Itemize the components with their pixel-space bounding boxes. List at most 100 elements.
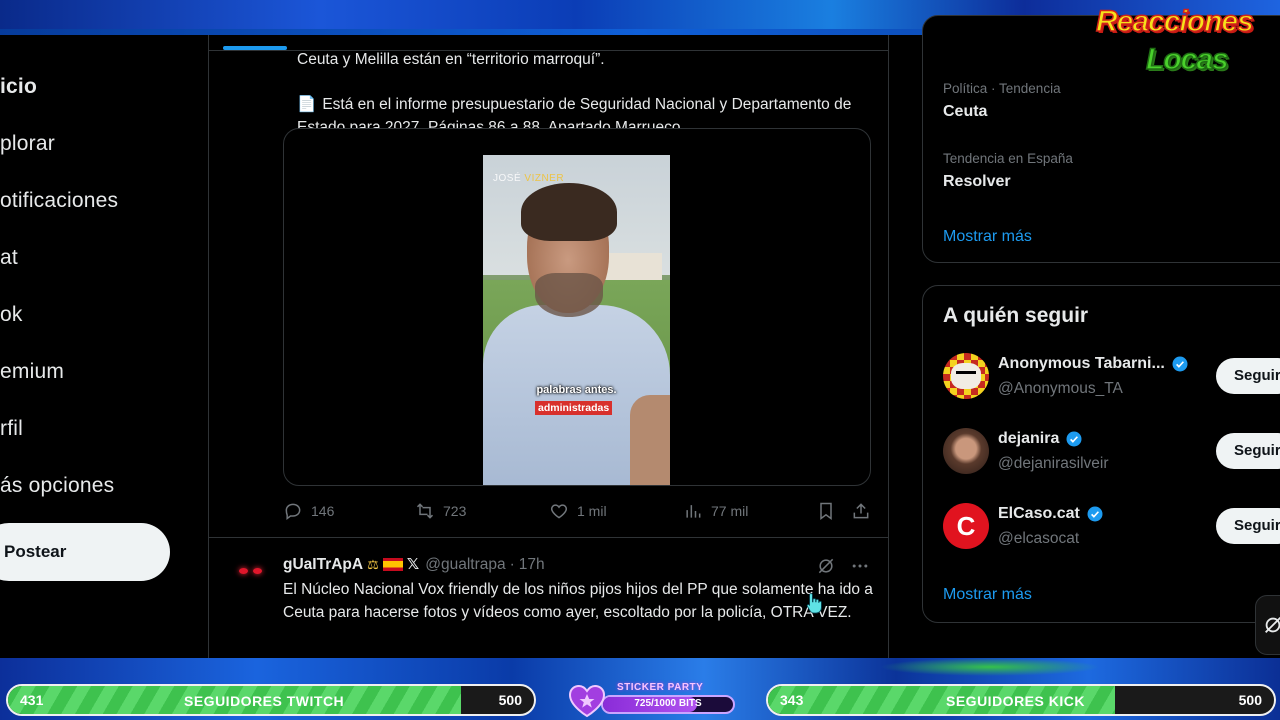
reply-button[interactable]: 146 (283, 501, 334, 521)
watermark-surname: VIZNER (524, 173, 565, 184)
user-handle[interactable]: @dejanirasilveir (998, 455, 1109, 473)
verified-badge-icon (1087, 506, 1103, 522)
user-name[interactable]: dejanira (998, 430, 1083, 448)
sticker-party-widget: 725/1000 BITS STICKER PARTY (567, 682, 735, 718)
more-options-icon[interactable] (850, 556, 870, 576)
tweet-header: gUaITrApA ⚖ 𝕏 @gualtrapa · 17h (283, 555, 545, 574)
logo-text-line2: Locas (1145, 42, 1229, 77)
document-icon: 📄 (297, 96, 317, 113)
avatar-eye (253, 568, 262, 574)
avatar[interactable] (943, 353, 989, 399)
overlay-glow (880, 658, 1100, 676)
twitch-goal-current: 431 (20, 692, 44, 708)
share-button[interactable] (851, 501, 879, 521)
repost-count: 723 (443, 503, 467, 519)
views-icon (686, 505, 701, 518)
video-thumbnail[interactable]: JOSÉ VIZNER palabras antes. administrada… (483, 155, 670, 485)
twitch-followers-goal-bar: 431 SEGUIDORES TWITCH 500 (6, 684, 536, 716)
watermark-name: JOSÉ (493, 173, 525, 184)
tweet-time[interactable]: 17h (519, 556, 545, 574)
trend-meta: Política · Tendencia (943, 81, 1061, 96)
tweet[interactable]: gUaITrApA ⚖ 𝕏 @gualtrapa · 17h El Núcleo… (209, 538, 888, 658)
views-button[interactable]: 77 mil (683, 501, 748, 521)
share-icon (853, 503, 869, 519)
kick-goal-target: 500 (1238, 692, 1262, 708)
left-navigation: icio plorar otificaciones at ok emium rf… (0, 35, 208, 658)
user-handle[interactable]: @elcasocat (998, 530, 1079, 548)
repost-button[interactable]: 723 (415, 501, 466, 521)
scales-icon: ⚖ (367, 556, 379, 572)
video-caption-line1: palabras antes. (536, 384, 617, 396)
trend-meta: Tendencia en España (943, 151, 1073, 166)
kick-goal-current: 343 (780, 692, 804, 708)
verified-badge-icon (1172, 356, 1188, 372)
user-handle[interactable]: @Anonymous_TA (998, 380, 1123, 398)
follow-suggestion[interactable]: C ElCaso.cat @elcasocat Seguir (923, 503, 1280, 563)
tweet-media-card[interactable]: JOSÉ VIZNER palabras antes. administrada… (283, 128, 871, 486)
follow-button[interactable]: Seguir (1216, 433, 1280, 469)
grok-icon (1265, 617, 1280, 633)
reply-icon (285, 503, 301, 520)
video-person-beard (535, 273, 603, 317)
who-to-follow-card: A quién seguir Anonymous Tabarni... @Ano… (922, 285, 1280, 623)
author-name[interactable]: gUaITrApA (283, 556, 363, 574)
follow-suggestion[interactable]: dejanira @dejanirasilveir Seguir (923, 428, 1280, 488)
user-name[interactable]: Anonymous Tabarni... (998, 355, 1189, 373)
avatar[interactable] (943, 428, 989, 474)
grok-icon[interactable] (816, 556, 836, 576)
right-sidebar: Política · Tendencia Ceuta Tendencia en … (889, 15, 1280, 658)
floating-action-button[interactable] (1255, 595, 1280, 655)
user-name[interactable]: ElCaso.cat (998, 505, 1104, 523)
like-button[interactable]: 1 mil (549, 501, 607, 521)
trend-item-resolver[interactable]: Resolver (943, 173, 1011, 191)
user-name-text: Anonymous Tabarni... (998, 355, 1165, 372)
nav-item-explore[interactable]: plorar (0, 132, 55, 156)
video-person-hair (521, 183, 617, 241)
avatar[interactable] (229, 552, 271, 594)
nav-item-premium[interactable]: emium (0, 360, 64, 384)
bookmark-button[interactable] (816, 501, 844, 521)
follow-button[interactable]: Seguir (1216, 508, 1280, 544)
video-watermark: JOSÉ VIZNER (493, 173, 564, 184)
bookmark-icon (820, 502, 832, 520)
follow-button[interactable]: Seguir (1216, 358, 1280, 394)
who-to-follow-show-more-link[interactable]: Mostrar más (943, 586, 1032, 604)
channel-logo: Reacciones Locas (1095, 4, 1280, 87)
avatar[interactable]: C (943, 503, 989, 549)
nav-item-chat[interactable]: at (0, 246, 18, 270)
who-to-follow-title: A quién seguir (943, 304, 1089, 327)
post-button[interactable]: Postear (0, 523, 170, 581)
user-name-text: ElCaso.cat (998, 505, 1080, 522)
tweet-action-bar: 146 723 1 mil 77 mil (283, 501, 873, 525)
avatar-mask-shape (951, 363, 981, 389)
heart-icon (550, 504, 568, 519)
reply-count: 146 (311, 503, 335, 519)
sticker-progress-bar: 725/1000 BITS (601, 695, 735, 714)
nav-item-more-options[interactable]: ás opciones (0, 474, 114, 498)
tweet-header-icons (816, 556, 870, 576)
meta-separator: · (509, 555, 515, 573)
user-name-text: dejanira (998, 430, 1060, 447)
trends-show-more-link[interactable]: Mostrar más (943, 228, 1032, 246)
avatar-letter: C (956, 511, 976, 541)
sticker-progress-text: 725/1000 BITS (634, 698, 702, 709)
nav-item-home[interactable]: icio (0, 75, 37, 99)
trend-item-ceuta[interactable]: Ceuta (943, 103, 987, 121)
kick-goal-label: SEGUIDORES KICK (946, 693, 1085, 709)
twitch-goal-label: SEGUIDORES TWITCH (184, 693, 345, 709)
x-logo-icon: 𝕏 (406, 556, 420, 573)
video-building (602, 253, 662, 283)
views-count: 77 mil (711, 503, 749, 519)
like-count: 1 mil (577, 503, 607, 519)
timeline-column: Ceuta y Melilla están en “territorio mar… (208, 35, 889, 658)
repost-icon (416, 503, 434, 519)
video-person-arm (630, 395, 670, 485)
nav-item-profile[interactable]: rfil (0, 417, 23, 441)
nav-item-grok[interactable]: ok (0, 303, 23, 327)
author-handle[interactable]: @gualtrapa (425, 556, 505, 574)
spain-flag-icon (382, 558, 403, 571)
nav-item-notifications[interactable]: otificaciones (0, 189, 118, 213)
tweet-text-line1: Ceuta y Melilla están en “territorio mar… (297, 51, 605, 68)
follow-suggestion[interactable]: Anonymous Tabarni... @Anonymous_TA Segui… (923, 353, 1280, 413)
twitch-goal-target: 500 (498, 692, 522, 708)
